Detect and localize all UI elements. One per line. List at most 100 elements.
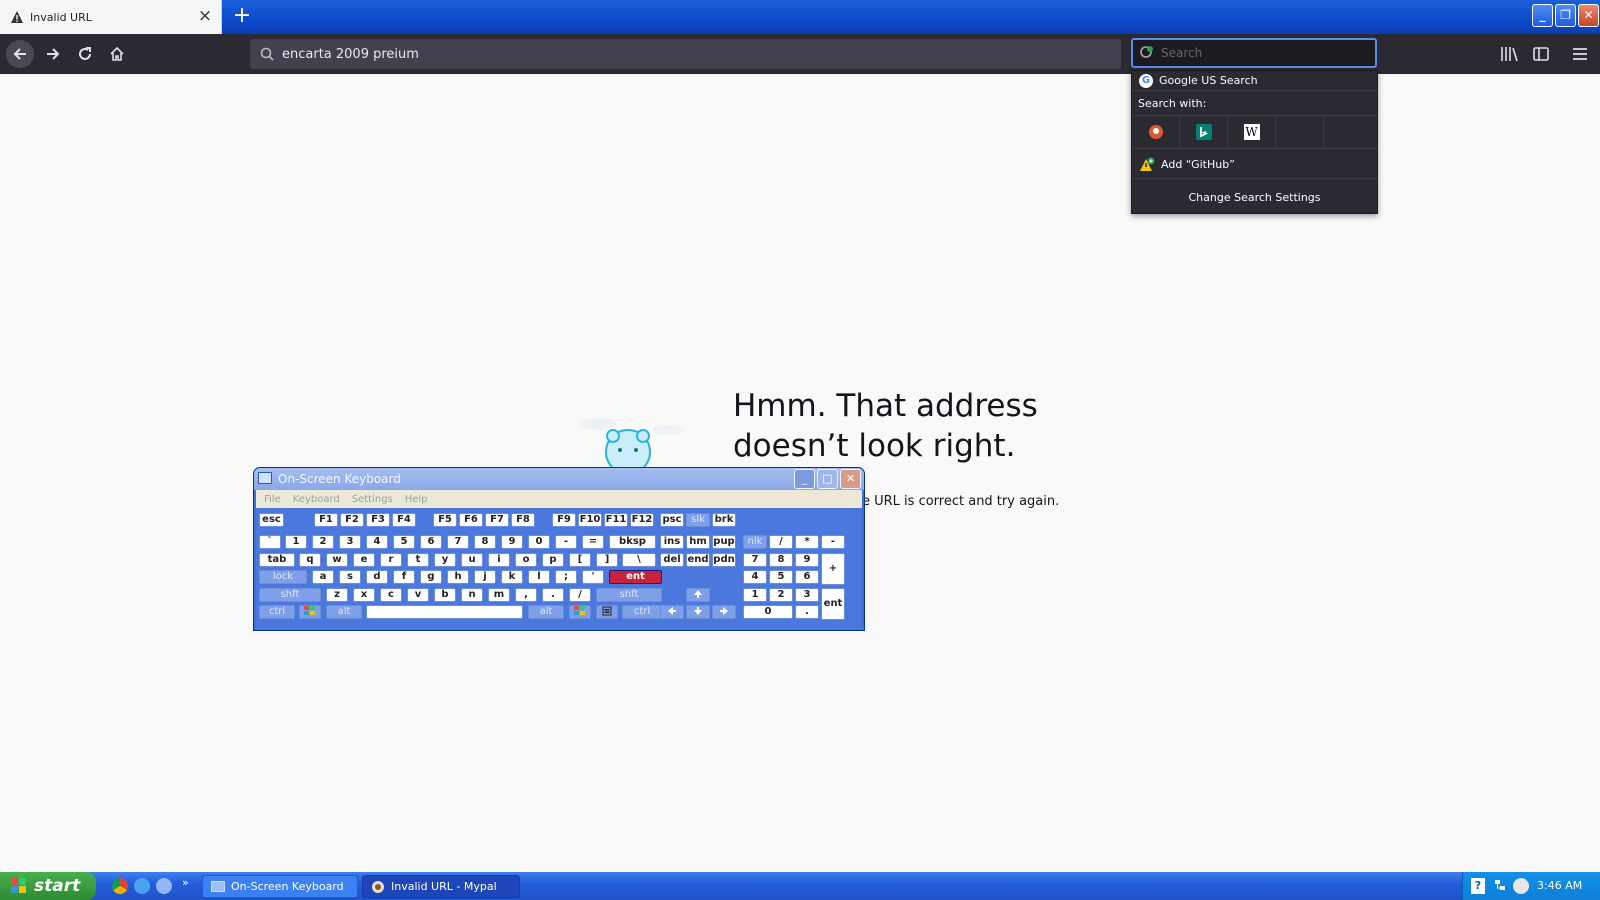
- help-icon[interactable]: ?: [1471, 878, 1485, 894]
- key-numpad-9[interactable]: 9: [795, 553, 819, 567]
- key-minus[interactable]: -: [555, 535, 577, 549]
- key-o[interactable]: o: [515, 553, 537, 567]
- key-f7[interactable]: F7: [485, 513, 509, 527]
- quicklaunch-more-button[interactable]: »: [182, 876, 189, 889]
- key-t[interactable]: t: [407, 553, 429, 567]
- key-f8[interactable]: F8: [511, 513, 535, 527]
- key-left-bracket[interactable]: [: [569, 553, 591, 567]
- key-period[interactable]: .: [542, 588, 564, 602]
- key-4[interactable]: 4: [366, 535, 388, 549]
- key-f[interactable]: f: [393, 570, 415, 584]
- home-button[interactable]: [103, 40, 131, 68]
- key-quote[interactable]: ': [582, 570, 604, 584]
- key-numpad-2[interactable]: 2: [769, 588, 793, 602]
- key-0[interactable]: 0: [528, 535, 550, 549]
- tab-close-icon[interactable]: ×: [197, 8, 213, 25]
- key-5[interactable]: 5: [393, 535, 415, 549]
- new-tab-button[interactable]: +: [232, 4, 252, 28]
- key-equals[interactable]: =: [582, 535, 604, 549]
- add-github-engine-item[interactable]: Add “GitHub”: [1132, 151, 1377, 179]
- key-q[interactable]: q: [299, 553, 321, 567]
- key-h[interactable]: h: [447, 570, 469, 584]
- key-a[interactable]: a: [312, 570, 334, 584]
- osk-menu-help[interactable]: Help: [405, 494, 428, 505]
- chrome-quicklaunch-icon[interactable]: [112, 878, 128, 894]
- taskbar-button-browser[interactable]: Invalid URL - Mypal: [362, 875, 520, 898]
- key-ins[interactable]: ins: [660, 535, 684, 549]
- key-arrow-right[interactable]: [712, 605, 736, 619]
- change-search-settings-button[interactable]: Change Search Settings: [1132, 181, 1377, 213]
- key-3[interactable]: 3: [339, 535, 361, 549]
- key-f1[interactable]: F1: [314, 513, 338, 527]
- key-l[interactable]: l: [528, 570, 550, 584]
- key-m[interactable]: m: [488, 588, 510, 602]
- key-n[interactable]: n: [461, 588, 483, 602]
- key-f4[interactable]: F4: [392, 513, 416, 527]
- key-left-shift[interactable]: shft: [259, 588, 321, 602]
- sidebar-icon[interactable]: [1531, 44, 1551, 64]
- key-backslash[interactable]: \: [622, 553, 656, 567]
- key-numpad-1[interactable]: 1: [743, 588, 767, 602]
- key-slk[interactable]: slk: [686, 513, 710, 527]
- key-end[interactable]: end: [686, 553, 710, 567]
- key-u[interactable]: u: [461, 553, 483, 567]
- reload-button[interactable]: [71, 40, 99, 68]
- key-right-shift[interactable]: shft: [596, 588, 662, 602]
- key-numpad-decimal[interactable]: .: [795, 605, 819, 619]
- key-7[interactable]: 7: [447, 535, 469, 549]
- key-slash[interactable]: /: [569, 588, 591, 602]
- back-button[interactable]: [6, 40, 34, 68]
- default-engine-item[interactable]: G Google US Search: [1132, 71, 1377, 91]
- forward-button[interactable]: [39, 40, 67, 68]
- key-numpad-minus[interactable]: -: [821, 535, 845, 549]
- key-pagedown[interactable]: pdn: [712, 553, 736, 567]
- key-del[interactable]: del: [660, 553, 684, 567]
- key-f2[interactable]: F2: [340, 513, 364, 527]
- key-numpad-6[interactable]: 6: [795, 570, 819, 584]
- window-close-button[interactable]: ✕: [1578, 4, 1599, 27]
- key-psc[interactable]: psc: [660, 513, 684, 527]
- engine-bing-button[interactable]: [1180, 116, 1228, 148]
- key-right-bracket[interactable]: ]: [596, 553, 618, 567]
- key-left-alt[interactable]: alt: [326, 605, 362, 619]
- search-input[interactable]: [1161, 46, 1361, 60]
- key-numpad-3[interactable]: 3: [795, 588, 819, 602]
- key-i[interactable]: i: [488, 553, 510, 567]
- key-backspace[interactable]: bksp: [609, 535, 656, 549]
- key-numpad-5[interactable]: 5: [769, 570, 793, 584]
- window-restore-button[interactable]: ❐: [1555, 4, 1576, 27]
- key-y[interactable]: y: [434, 553, 456, 567]
- key-d[interactable]: d: [366, 570, 388, 584]
- key-f6[interactable]: F6: [459, 513, 483, 527]
- key-numpad-plus[interactable]: +: [821, 553, 845, 585]
- key-right-alt[interactable]: alt: [528, 605, 564, 619]
- key-k[interactable]: k: [501, 570, 523, 584]
- taskbar-button-on-screen-keyboard[interactable]: On-Screen Keyboard: [202, 875, 358, 898]
- key-e[interactable]: e: [353, 553, 375, 567]
- key-s[interactable]: s: [339, 570, 361, 584]
- internet-explorer-quicklaunch-icon[interactable]: [134, 878, 150, 894]
- key-numpad-4[interactable]: 4: [743, 570, 767, 584]
- key-brk[interactable]: brk: [712, 513, 736, 527]
- key-2[interactable]: 2: [312, 535, 334, 549]
- start-button[interactable]: start: [0, 872, 96, 900]
- osk-menu-file[interactable]: File: [264, 494, 281, 505]
- key-spacebar[interactable]: [366, 605, 523, 619]
- library-icon[interactable]: [1499, 44, 1519, 64]
- engine-wikipedia-button[interactable]: W: [1228, 116, 1276, 148]
- key-z[interactable]: z: [326, 588, 348, 602]
- key-f9[interactable]: F9: [552, 513, 576, 527]
- key-numlock[interactable]: nlk: [743, 535, 767, 549]
- key-numpad-8[interactable]: 8: [769, 553, 793, 567]
- key-b[interactable]: b: [434, 588, 456, 602]
- key-9[interactable]: 9: [501, 535, 523, 549]
- key-r[interactable]: r: [380, 553, 402, 567]
- key-numpad-0[interactable]: 0: [743, 605, 793, 619]
- key-pageup[interactable]: pup: [712, 535, 736, 549]
- window-minimize-button[interactable]: _: [1532, 4, 1553, 27]
- key-w[interactable]: w: [326, 553, 348, 567]
- key-g[interactable]: g: [420, 570, 442, 584]
- osk-minimize-button[interactable]: _: [794, 469, 815, 489]
- key-left-windows[interactable]: [299, 605, 321, 619]
- key-c[interactable]: c: [380, 588, 402, 602]
